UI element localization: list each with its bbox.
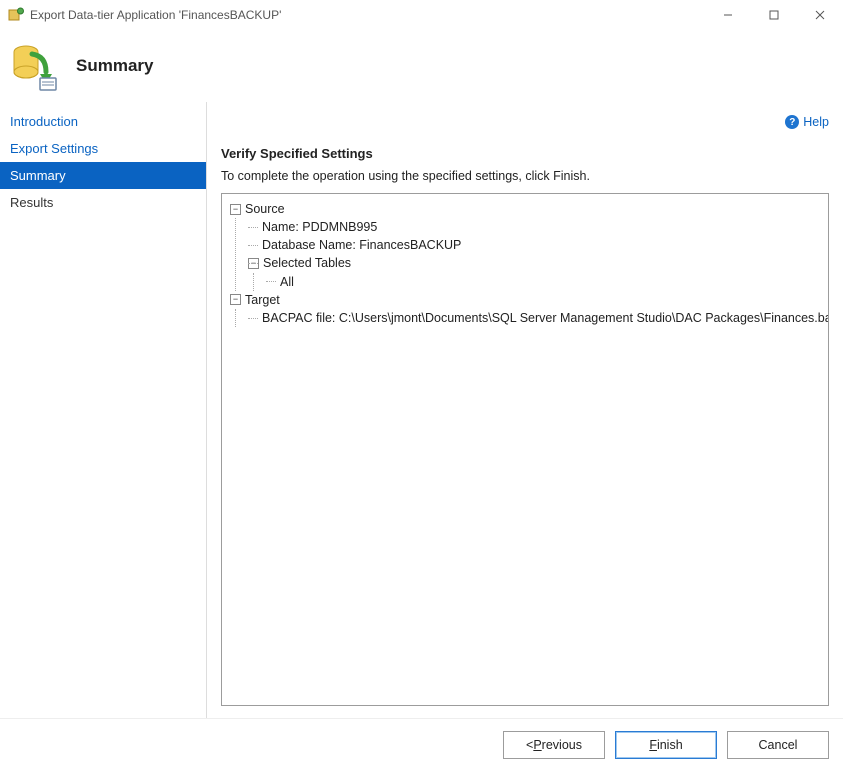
tree-leaf-source-db: Database Name: FinancesBACKUP [248,236,820,254]
tree-leaf-target-file: BACPAC file: C:\Users\jmont\Documents\SQ… [248,309,820,327]
help-icon: ? [785,115,799,129]
tree-label-source: Source [245,200,285,218]
collapse-icon[interactable]: − [230,204,241,215]
header-band: Summary [0,30,843,102]
nav-summary[interactable]: Summary [0,162,206,189]
dialog-window: Export Data-tier Application 'FinancesBA… [0,0,843,770]
section-heading: Verify Specified Settings [221,146,829,161]
nav-results[interactable]: Results [0,189,206,216]
tree-node-target[interactable]: − Target [230,291,820,309]
help-label: Help [803,115,829,129]
tree-node-selected-tables[interactable]: − Selected Tables All [248,254,820,290]
collapse-icon[interactable]: − [248,258,259,269]
database-export-icon [10,40,62,92]
tree-leaf-selected-tables-all: All [266,273,820,291]
body: Introduction Export Settings Summary Res… [0,102,843,718]
content-pane: ? Help Verify Specified Settings To comp… [206,102,843,718]
tree-leaf-source-name: Name: PDDMNB995 [248,218,820,236]
settings-tree[interactable]: − Source Name: PDDMNB995 Database Name: … [221,193,829,706]
tree-label-target: Target [245,291,280,309]
window-title: Export Data-tier Application 'FinancesBA… [30,8,281,22]
cancel-button[interactable]: Cancel [727,731,829,759]
nav-introduction[interactable]: Introduction [0,108,206,135]
page-title: Summary [76,56,153,76]
previous-button[interactable]: < Previous [503,731,605,759]
titlebar: Export Data-tier Application 'FinancesBA… [0,0,843,30]
app-icon [8,7,24,23]
close-button[interactable] [797,0,843,30]
minimize-button[interactable] [705,0,751,30]
maximize-button[interactable] [751,0,797,30]
section-instruction: To complete the operation using the spec… [221,169,829,183]
wizard-nav: Introduction Export Settings Summary Res… [0,102,206,718]
window-controls [705,0,843,30]
nav-export-settings[interactable]: Export Settings [0,135,206,162]
collapse-icon[interactable]: − [230,294,241,305]
finish-button[interactable]: Finish [615,731,717,759]
tree-label-selected-tables: Selected Tables [263,254,351,272]
button-bar: < Previous Finish Cancel [0,718,843,770]
help-link[interactable]: ? Help [785,115,829,129]
tree-node-source[interactable]: − Source [230,200,820,218]
